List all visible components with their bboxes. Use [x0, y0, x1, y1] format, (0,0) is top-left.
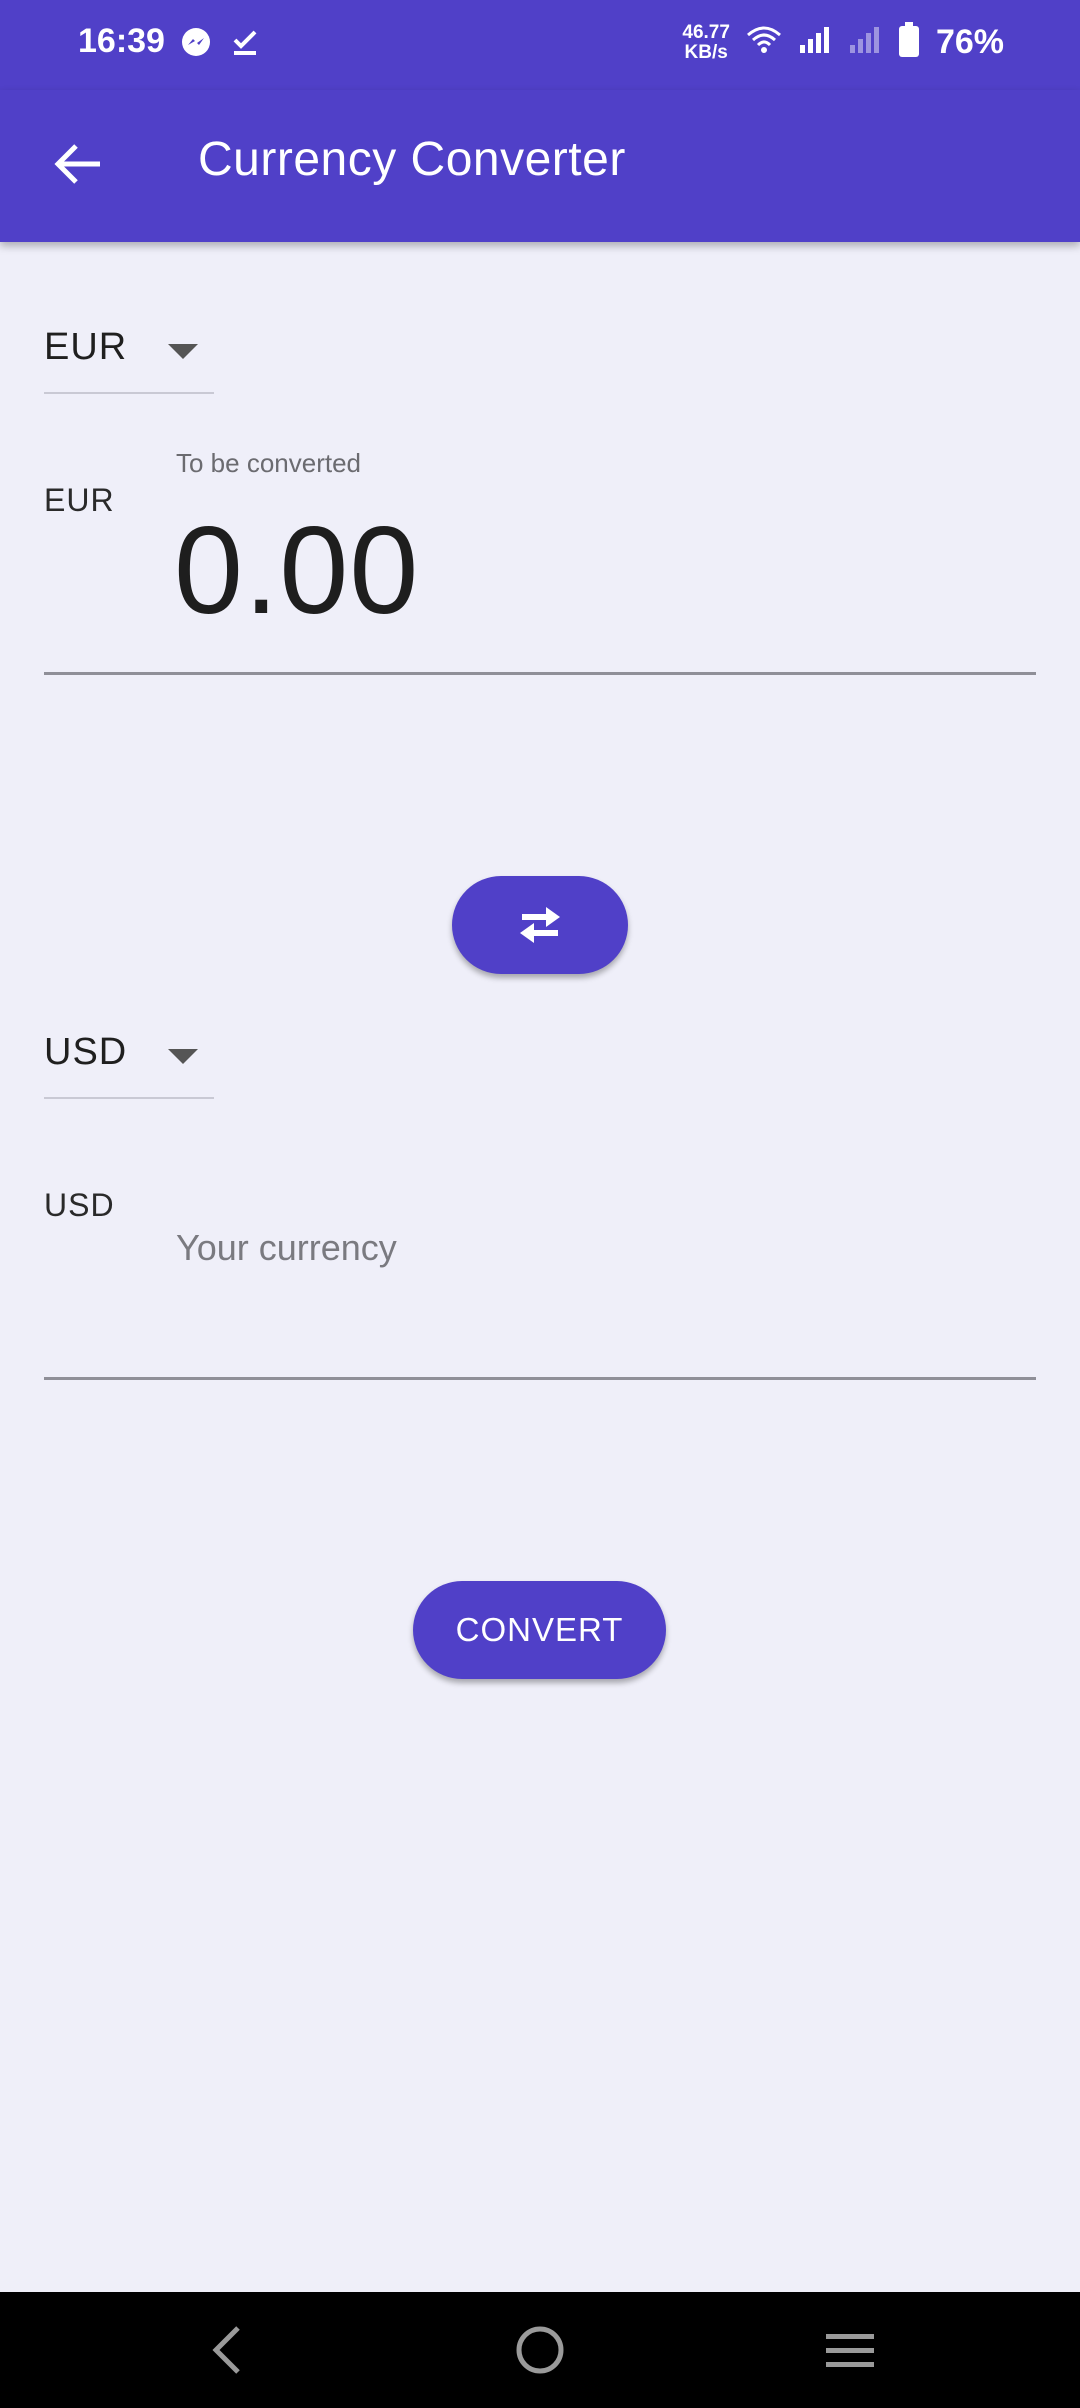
to-currency-code: USD [44, 1031, 128, 1073]
system-navigation-bar [0, 2292, 1080, 2408]
page-title: Currency Converter [198, 133, 626, 186]
amount-input-field[interactable]: EUR To be converted 0.00 [44, 442, 1036, 675]
nav-home-icon[interactable] [510, 2320, 570, 2380]
nav-menu-icon[interactable] [820, 2320, 880, 2380]
swap-horizontal-icon [520, 907, 560, 943]
convert-button[interactable]: CONVERT [413, 1581, 666, 1679]
messenger-icon [180, 26, 212, 63]
wifi-icon [746, 25, 782, 60]
amount-value[interactable]: 0.00 [174, 500, 419, 642]
result-prefix: USD [44, 1187, 115, 1223]
battery-percentage: 76% [935, 23, 1004, 61]
swap-currencies-button[interactable] [452, 876, 628, 974]
app-bar: Currency Converter [0, 90, 1080, 242]
to-currency-dropdown[interactable]: USD [44, 1021, 214, 1099]
chevron-down-icon [168, 1049, 198, 1064]
signal-weak-icon [848, 25, 882, 60]
task-done-icon [230, 27, 260, 62]
from-currency-code: EUR [44, 326, 128, 368]
from-currency-dropdown[interactable]: EUR [44, 316, 214, 394]
amount-label: To be converted [176, 448, 362, 478]
status-time: 16:39 [78, 22, 165, 60]
network-speed: 46.77 KB/s [682, 21, 730, 63]
network-speed-unit: KB/s [684, 41, 728, 63]
battery-icon [898, 22, 920, 63]
result-placeholder: Your currency [176, 1227, 397, 1268]
nav-back-icon[interactable] [198, 2320, 258, 2380]
chevron-down-icon [168, 344, 198, 359]
result-field[interactable]: USD Your currency [44, 1147, 1036, 1380]
status-system-icons: 46.77 KB/s 76% [682, 22, 1004, 63]
status-bar: 16:39 46.77 KB/s 76% [0, 0, 1080, 90]
network-speed-value: 46.77 [682, 21, 730, 43]
arrow-back-icon[interactable] [50, 136, 106, 192]
signal-icon [798, 25, 832, 60]
amount-prefix: EUR [44, 482, 115, 518]
status-notification-icons [180, 26, 260, 63]
